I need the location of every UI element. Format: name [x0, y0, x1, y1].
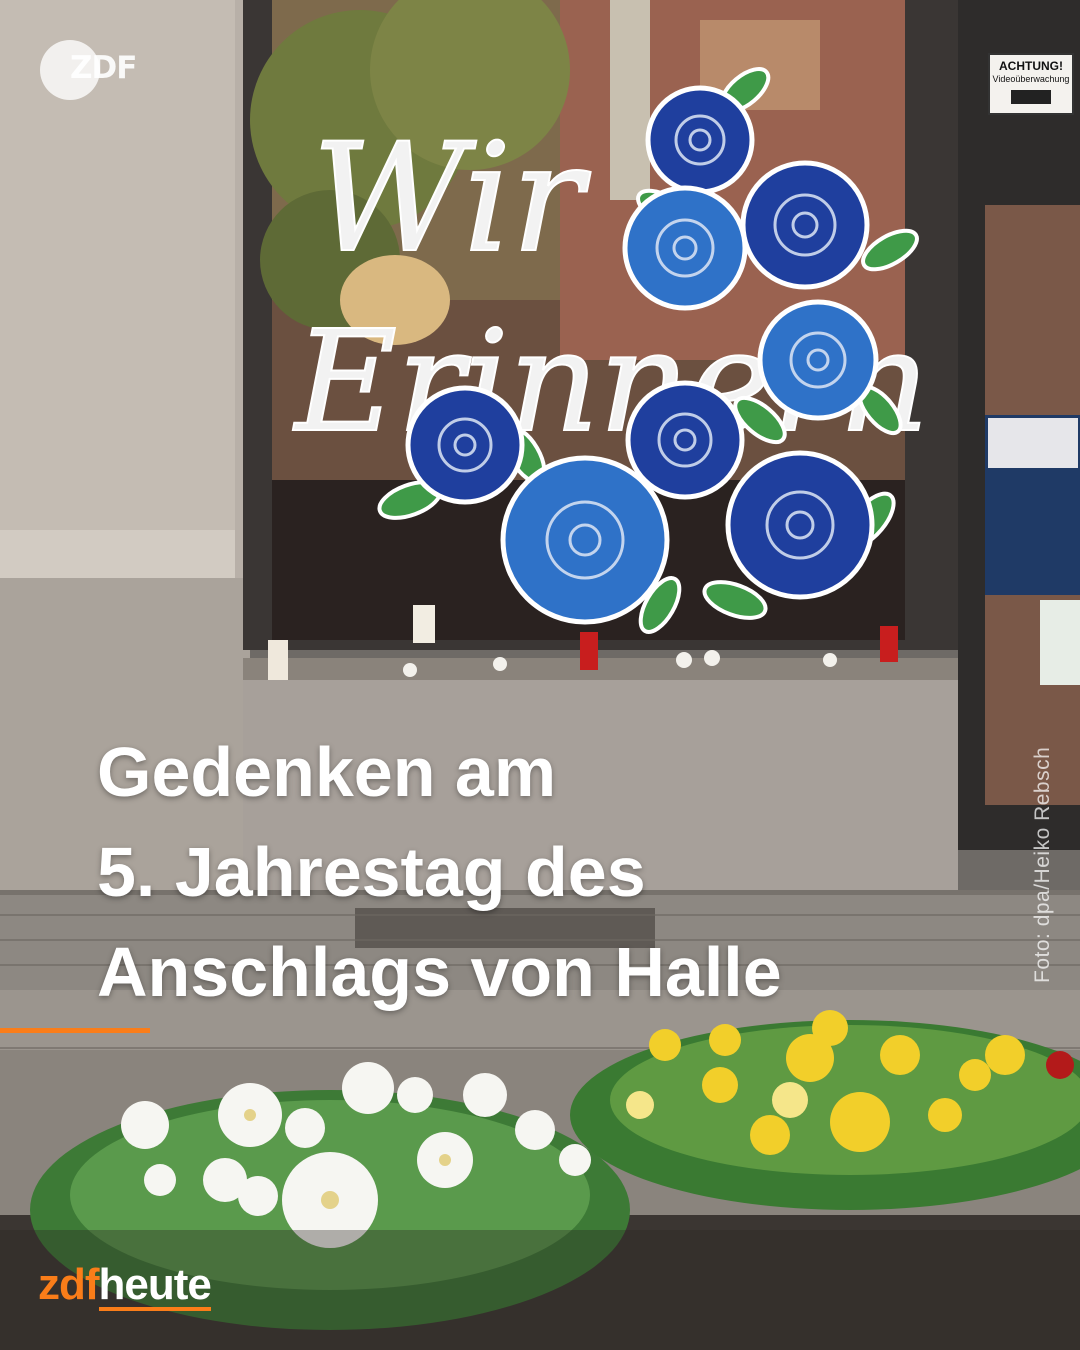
zdf-logo-text: ZDF [70, 50, 137, 86]
brand-zdf-text: zdf [38, 1260, 100, 1309]
photo-credit: Foto: dpa/Heiko Rebsch [1031, 746, 1054, 983]
brand-heute-text: heute [98, 1260, 212, 1311]
accent-divider [0, 1028, 150, 1033]
window-art-text: Wir [312, 112, 592, 286]
headline-line-2: 5. Jahrestag des [97, 833, 646, 911]
zdf-logo-icon: ZDF [40, 40, 148, 100]
headline-line-1: Gedenken am [97, 733, 557, 811]
headline-line-3: Anschlags von Halle [97, 933, 782, 1011]
camera-icon [1011, 90, 1051, 104]
sign-line-2: Videoüberwachung [992, 74, 1070, 84]
zdfheute-logo: zdfheute [38, 1255, 212, 1315]
photo-background: Wir Erinnern [0, 0, 1080, 1350]
headline: Gedenken am 5. Jahrestag des Anschlags v… [97, 722, 957, 1022]
surveillance-warning-sign: ACHTUNG! Videoüberwachung [988, 53, 1074, 115]
social-post-card: Wir Erinnern ZDF ACHTUNG! Videoüberwachu… [0, 0, 1080, 1350]
sign-line-1: ACHTUNG! [999, 59, 1063, 73]
